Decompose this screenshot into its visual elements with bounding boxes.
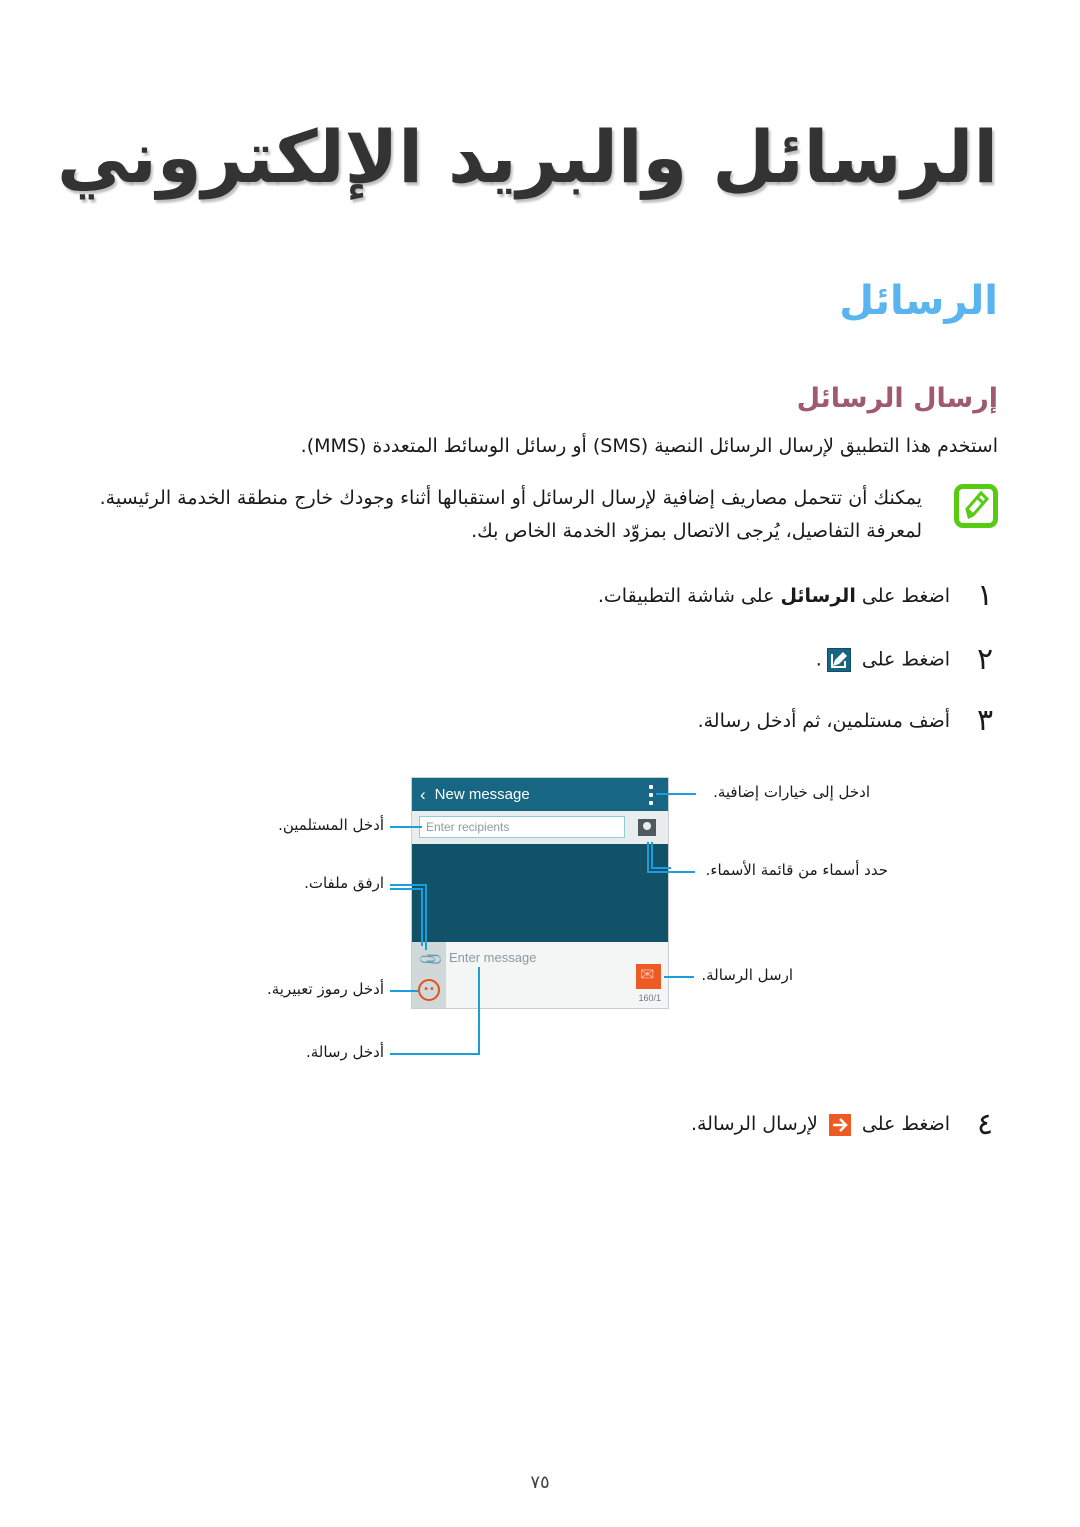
callout-message: أدخل رسالة. — [305, 1043, 384, 1061]
step-text-part: اضغط على — [855, 648, 950, 670]
callout-line — [390, 888, 422, 890]
callout-line — [651, 842, 653, 868]
step-1: ١ اضغط على الرسائل على شاشة التطبيقات. — [598, 578, 998, 613]
emoticon-icon[interactable]: •• — [418, 979, 440, 1001]
step-2: ٢ اضغط على . — [816, 642, 998, 677]
callout-line — [390, 826, 422, 828]
step-text: اضغط على لإرسال الرسالة. — [691, 1113, 950, 1136]
callout-line — [651, 867, 671, 869]
note-text: يمكنك أن تتحمل مصاريف إضافية لإرسال الرس… — [99, 487, 922, 542]
step-text-part: . — [815, 648, 822, 670]
callout-send: ارسل الرسالة. — [701, 966, 793, 984]
step-text-part: اضغط على — [855, 1113, 950, 1136]
conversation-area — [412, 844, 668, 942]
step-text-part: اضغط على — [855, 584, 950, 607]
compose-icon — [826, 647, 851, 672]
callout-line — [478, 967, 480, 1055]
step-number: ١ — [976, 578, 994, 613]
recipients-row: Enter recipients — [412, 811, 668, 844]
step-text: اضغط على . — [815, 647, 950, 672]
step-app-name: الرسائل — [780, 584, 856, 607]
send-arrow-icon — [828, 1113, 851, 1136]
subsection-title: إرسال الرسائل — [796, 383, 998, 414]
step-text-part: لإرسال الرسالة. — [690, 1113, 824, 1136]
callout-line — [664, 976, 694, 978]
callout-line — [647, 842, 649, 872]
app-bar: ‹ New message — [412, 778, 668, 811]
step-3: ٣ أضف مستلمين، ثم أدخل رسالة. — [698, 703, 998, 738]
step-text: أضف مستلمين، ثم أدخل رسالة. — [697, 709, 950, 732]
callout-line — [421, 888, 423, 946]
callout-contacts: حدد أسماء من قائمة الأسماء. — [705, 861, 888, 879]
compose-sidebar: 📎 •• — [412, 942, 446, 1008]
intro-paragraph: استخدم هذا التطبيق لإرسال الرسائل النصية… — [300, 435, 998, 457]
callout-line — [425, 884, 427, 950]
callout-line — [390, 990, 418, 992]
attach-icon[interactable]: 📎 — [417, 946, 445, 974]
message-input[interactable]: Enter message — [449, 950, 536, 965]
section-title: الرسائل — [839, 278, 998, 324]
callout-line — [390, 884, 426, 886]
send-button[interactable] — [636, 964, 661, 989]
step-text: اضغط على الرسائل على شاشة التطبيقات. — [598, 585, 950, 607]
chapter-title: الرسائل والبريد الإلكتروني — [56, 115, 998, 199]
callout-line — [390, 1053, 480, 1055]
back-icon[interactable]: ‹ — [420, 785, 426, 805]
char-counter: 160/1 — [638, 993, 661, 1003]
step-number: ٢ — [976, 642, 994, 677]
callout-emoticons: أدخل رموز تعبيرية. — [266, 980, 384, 998]
step-4: ٤ اضغط على لإرسال الرسالة. — [691, 1107, 998, 1142]
callout-line — [656, 793, 696, 795]
callout-line — [647, 871, 695, 873]
phone-screenshot: ‹ New message Enter recipients 📎 •• Ente… — [411, 777, 669, 1009]
screen-title: New message — [434, 786, 530, 803]
recipients-input[interactable]: Enter recipients — [419, 816, 625, 838]
page-number: ٧٥ — [530, 1472, 550, 1493]
contacts-icon[interactable] — [638, 819, 656, 836]
note-pencil-icon — [954, 484, 998, 528]
callout-attach: ارفق ملفات. — [304, 874, 384, 892]
compose-area: 📎 •• Enter message 160/1 — [412, 942, 668, 1008]
step-number: ٤ — [976, 1107, 994, 1142]
callout-recipients: أدخل المستلمين. — [278, 816, 384, 834]
callout-more-options: ادخل إلى خيارات إضافية. — [713, 783, 870, 801]
step-number: ٣ — [976, 703, 994, 738]
more-options-icon[interactable] — [649, 785, 653, 805]
step-text-part: على شاشة التطبيقات. — [597, 584, 781, 607]
